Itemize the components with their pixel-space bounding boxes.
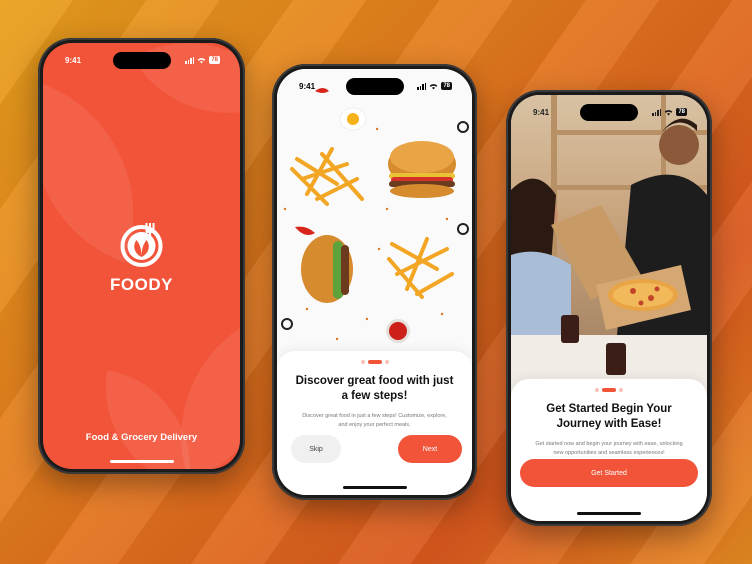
onboarding-actions: Skip Next: [291, 435, 462, 463]
battery-icon: 78: [209, 56, 220, 64]
home-indicator: [342, 486, 407, 489]
wifi-icon: [665, 109, 673, 115]
page-dot[interactable]: [384, 360, 389, 364]
people-pizza-photo: [511, 95, 707, 395]
battery-icon: 78: [441, 82, 452, 90]
skip-button[interactable]: Skip: [291, 435, 341, 463]
status-time: 9:41: [65, 55, 82, 65]
onboarding-description: Discover great food in just a few steps!…: [302, 412, 447, 428]
page-dot[interactable]: [360, 360, 365, 364]
signal-icon: [185, 56, 195, 64]
page-indicator: [595, 388, 623, 392]
home-indicator: [109, 460, 174, 463]
splash-tagline: Food & Grocery Delivery: [85, 432, 198, 443]
food-illustration: [277, 69, 472, 359]
onboarding-discover-screen: 9:41 78 Discover great food with just a …: [277, 69, 472, 495]
page-indicator: [360, 360, 389, 364]
onboarding-title: Discover great food with just a few step…: [295, 375, 454, 402]
wifi-icon: [198, 57, 206, 63]
pizza-party-image: [511, 95, 707, 395]
onboarding-description: Get started now and begin your journey w…: [535, 440, 683, 456]
battery-icon: 78: [676, 108, 687, 116]
splash-screen: 9:41 78 FOODY Food & Grocery Delivery: [43, 43, 240, 469]
phone-splash: 9:41 78 FOODY Food & Grocery Delivery: [38, 38, 245, 474]
splash-logo: FOODY: [110, 221, 173, 295]
dynamic-island: [345, 78, 404, 95]
fork-leaf-logo-icon: [120, 223, 163, 267]
phone-onboarding-discover: 9:41 78 Discover great food with just a …: [272, 64, 477, 500]
page-dot[interactable]: [595, 388, 599, 392]
dynamic-island: [112, 52, 171, 69]
page-dot-active[interactable]: [367, 360, 382, 364]
signal-icon: [652, 108, 662, 116]
app-name: FOODY: [110, 275, 173, 294]
home-indicator: [577, 512, 641, 515]
signal-icon: [417, 82, 427, 90]
status-time: 9:41: [299, 81, 316, 91]
next-button[interactable]: Next: [398, 435, 462, 463]
get-started-button[interactable]: Get Started: [520, 459, 698, 487]
onboarding-title: Get Started Begin Your Journey with Ease…: [546, 403, 672, 430]
page-dot[interactable]: [619, 388, 623, 392]
page-dot-active[interactable]: [602, 388, 616, 392]
onboarding-card: Get Started Begin Your Journey with Ease…: [511, 379, 707, 521]
dynamic-island: [580, 104, 638, 121]
wifi-icon: [430, 83, 438, 89]
food-collage-image: [281, 88, 469, 343]
status-time: 9:41: [533, 107, 550, 117]
onboarding-card: Discover great food with just a few step…: [277, 351, 472, 495]
phone-onboarding-get-started: 9:41 78 Get Started Begin Your Journey w…: [506, 90, 712, 526]
onboarding-get-started-screen: 9:41 78 Get Started Begin Your Journey w…: [511, 95, 707, 521]
